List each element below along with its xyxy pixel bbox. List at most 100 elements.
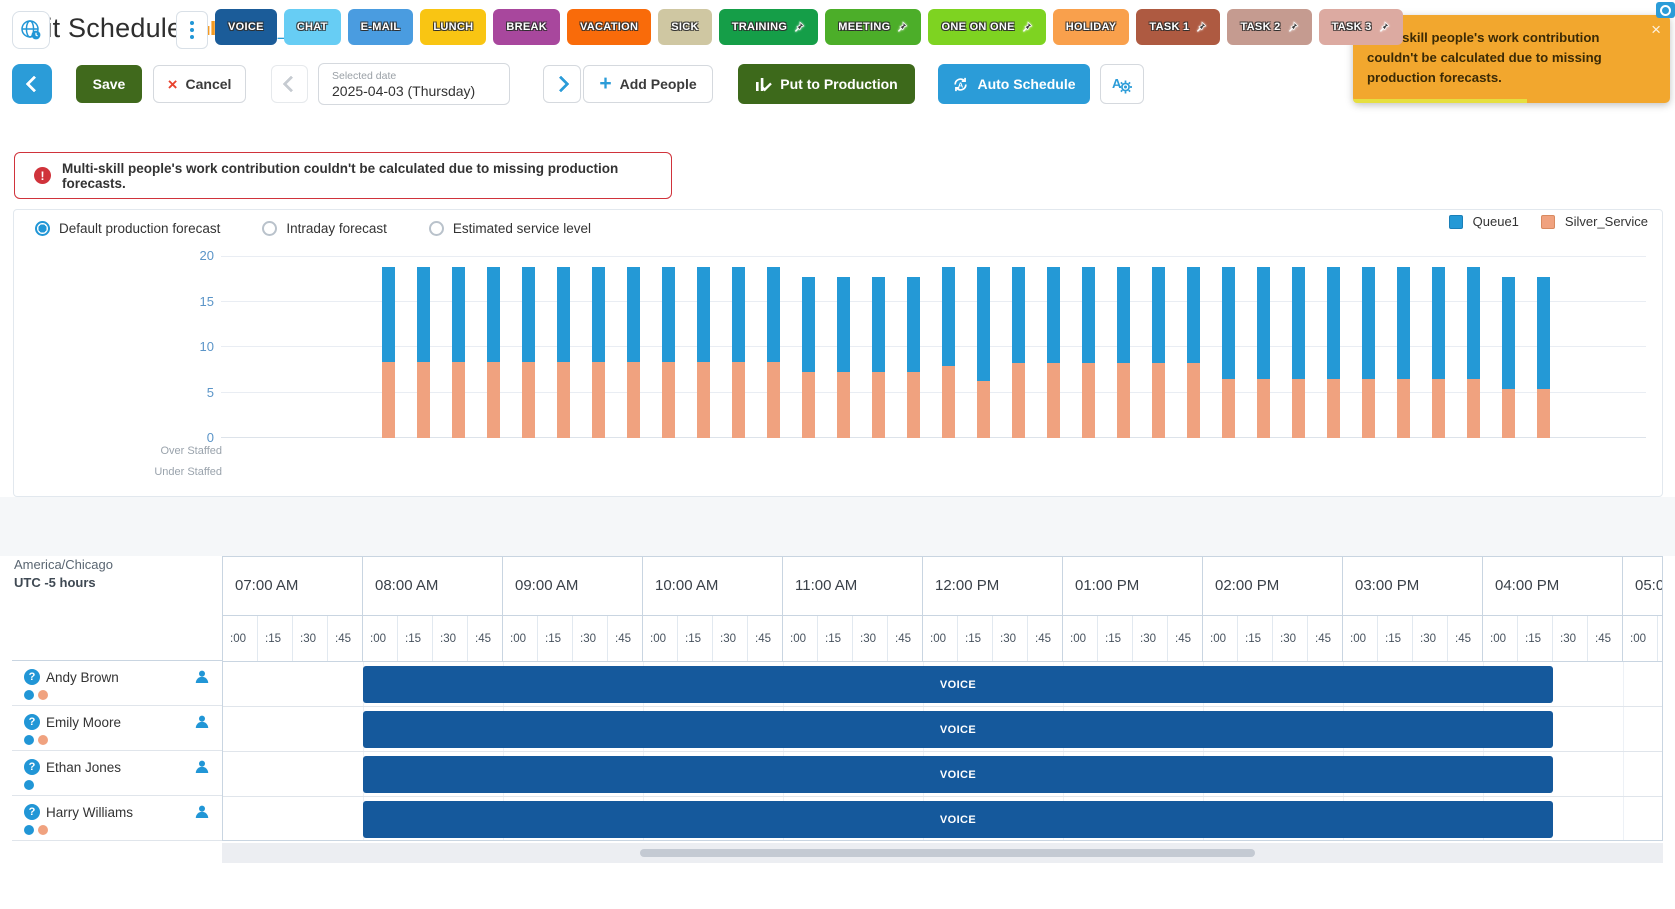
- quarter-header-cell[interactable]: :45: [1168, 616, 1203, 662]
- quarter-header-cell[interactable]: :15: [1658, 616, 1663, 662]
- timezone-button[interactable]: [12, 11, 50, 49]
- help-question-icon[interactable]: ?: [24, 714, 40, 730]
- quarter-header-cell[interactable]: :15: [398, 616, 433, 662]
- quarter-header-cell[interactable]: :30: [1413, 616, 1448, 662]
- auto-schedule-button[interactable]: A Auto Schedule: [938, 64, 1090, 104]
- quarter-header-cell[interactable]: :30: [713, 616, 748, 662]
- quarter-header-cell[interactable]: :30: [1553, 616, 1588, 662]
- screenshot-extension-icon[interactable]: [1656, 2, 1675, 18]
- quarter-header-cell[interactable]: :15: [1378, 616, 1413, 662]
- radio-icon[interactable]: [429, 221, 444, 236]
- person-icon[interactable]: [194, 804, 210, 820]
- hour-header-cell[interactable]: 04:00 PM: [1483, 557, 1623, 615]
- quarter-header-cell[interactable]: :45: [608, 616, 643, 662]
- quarter-header-cell[interactable]: :00: [1203, 616, 1238, 662]
- quarter-header-cell[interactable]: :45: [328, 616, 363, 662]
- quarter-header-cell[interactable]: :45: [1028, 616, 1063, 662]
- quarter-header-cell[interactable]: :00: [783, 616, 818, 662]
- hour-header-cell[interactable]: 12:00 PM: [923, 557, 1063, 615]
- activity-chip-one-on-one[interactable]: ONE ON ONE: [928, 9, 1045, 45]
- hour-header-cell[interactable]: 11:00 AM: [783, 557, 923, 615]
- hour-header-cell[interactable]: 02:00 PM: [1203, 557, 1343, 615]
- forecast-option[interactable]: Intraday forecast: [262, 221, 387, 236]
- help-question-icon[interactable]: ?: [24, 669, 40, 685]
- help-question-icon[interactable]: ?: [24, 804, 40, 820]
- shift-bar-voice[interactable]: VOICE: [363, 711, 1553, 748]
- quarter-header-cell[interactable]: :00: [1623, 616, 1658, 662]
- timeline-menu-button[interactable]: [176, 11, 208, 49]
- quarter-header-cell[interactable]: :30: [433, 616, 468, 662]
- quarter-header-cell[interactable]: :00: [1343, 616, 1378, 662]
- activity-chip-vacation[interactable]: VACATION: [567, 9, 651, 45]
- quarter-header-cell[interactable]: :00: [1063, 616, 1098, 662]
- quarter-header-cell[interactable]: :00: [643, 616, 678, 662]
- activity-chip-sick[interactable]: SICK: [658, 9, 711, 45]
- toast-close-icon[interactable]: ×: [1651, 21, 1661, 38]
- activity-chip-training[interactable]: TRAINING: [719, 9, 819, 45]
- activity-chip-task-1[interactable]: TASK 1: [1136, 9, 1220, 45]
- scrollbar-thumb[interactable]: [640, 849, 1255, 857]
- quarter-header-cell[interactable]: :15: [958, 616, 993, 662]
- quarter-header-cell[interactable]: :30: [1133, 616, 1168, 662]
- activity-chip-lunch[interactable]: LUNCH: [420, 9, 486, 45]
- activity-chip-voice[interactable]: VOICE: [215, 9, 277, 45]
- quarter-header-cell[interactable]: :45: [1588, 616, 1623, 662]
- activity-chip-break[interactable]: BREAK: [493, 9, 560, 45]
- help-question-icon[interactable]: ?: [24, 759, 40, 775]
- hour-header-cell[interactable]: 08:00 AM: [363, 557, 503, 615]
- quarter-header-cell[interactable]: :15: [1518, 616, 1553, 662]
- hour-header-cell[interactable]: 10:00 AM: [643, 557, 783, 615]
- shift-bar-voice[interactable]: VOICE: [363, 666, 1553, 703]
- save-button[interactable]: Save: [76, 65, 142, 103]
- add-people-button[interactable]: + Add People: [583, 65, 713, 103]
- forecast-option[interactable]: Default production forecast: [35, 221, 220, 236]
- quarter-header-cell[interactable]: :45: [748, 616, 783, 662]
- quarter-header-cell[interactable]: :15: [1098, 616, 1133, 662]
- hour-header-cell[interactable]: 09:00 AM: [503, 557, 643, 615]
- hour-header-cell[interactable]: 01:00 PM: [1063, 557, 1203, 615]
- auto-schedule-settings-button[interactable]: A: [1100, 64, 1144, 104]
- put-to-production-button[interactable]: Put to Production: [738, 64, 915, 104]
- quarter-header-cell[interactable]: :15: [1238, 616, 1273, 662]
- quarter-header-cell[interactable]: :45: [1308, 616, 1343, 662]
- quarter-header-cell[interactable]: :45: [888, 616, 923, 662]
- person-icon[interactable]: [194, 669, 210, 685]
- activity-chip-meeting[interactable]: MEETING: [825, 9, 921, 45]
- quarter-header-cell[interactable]: :45: [468, 616, 503, 662]
- hour-header-cell[interactable]: 03:00 PM: [1343, 557, 1483, 615]
- activity-chip-holiday[interactable]: HOLIDAY: [1053, 9, 1130, 45]
- activity-chip-e-mail[interactable]: E-MAIL: [348, 9, 414, 45]
- quarter-header-cell[interactable]: :15: [538, 616, 573, 662]
- activity-chip-task-3[interactable]: TASK 3: [1319, 9, 1403, 45]
- cancel-button[interactable]: × Cancel: [153, 65, 246, 103]
- quarter-header-cell[interactable]: :30: [993, 616, 1028, 662]
- hour-header-cell[interactable]: 05:00 PM: [1623, 557, 1663, 615]
- quarter-header-cell[interactable]: :00: [223, 616, 258, 662]
- shift-bar-voice[interactable]: VOICE: [363, 801, 1553, 838]
- shift-bar-voice[interactable]: VOICE: [363, 756, 1553, 793]
- quarter-header-cell[interactable]: :30: [573, 616, 608, 662]
- hour-header-cell[interactable]: 07:00 AM: [223, 557, 363, 615]
- quarter-header-cell[interactable]: :15: [258, 616, 293, 662]
- forecast-option[interactable]: Estimated service level: [429, 221, 591, 236]
- radio-icon[interactable]: [262, 221, 277, 236]
- next-date-button[interactable]: [543, 65, 581, 103]
- quarter-header-cell[interactable]: :00: [503, 616, 538, 662]
- quarter-header-cell[interactable]: :15: [818, 616, 853, 662]
- quarter-header-cell[interactable]: :30: [293, 616, 328, 662]
- radio-selected-icon[interactable]: [35, 221, 50, 236]
- person-icon[interactable]: [194, 714, 210, 730]
- quarter-header-cell[interactable]: :45: [1448, 616, 1483, 662]
- quarter-header-cell[interactable]: :15: [678, 616, 713, 662]
- quarter-header-cell[interactable]: :00: [923, 616, 958, 662]
- activity-chip-chat[interactable]: CHAT: [284, 9, 341, 45]
- selected-date-field[interactable]: Selected date 2025-04-03 (Thursday): [318, 63, 510, 105]
- quarter-header-cell[interactable]: :30: [853, 616, 888, 662]
- quarter-header-cell[interactable]: :30: [1273, 616, 1308, 662]
- quarter-header-cell[interactable]: :00: [1483, 616, 1518, 662]
- activity-chip-task-2[interactable]: TASK 2: [1227, 9, 1311, 45]
- previous-date-button[interactable]: [271, 65, 308, 103]
- quarter-header-cell[interactable]: :00: [363, 616, 398, 662]
- person-icon[interactable]: [194, 759, 210, 775]
- back-button[interactable]: [12, 64, 52, 104]
